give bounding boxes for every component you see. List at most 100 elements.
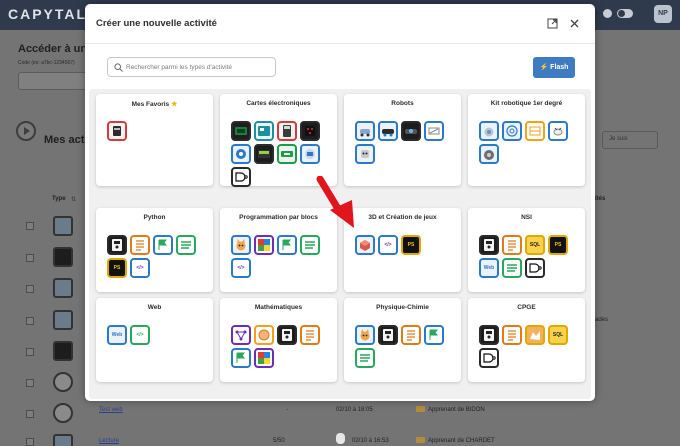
code-editor-icon[interactable]: </> (130, 325, 150, 345)
lcd-board-icon[interactable] (254, 144, 274, 164)
console-flag-icon[interactable] (424, 325, 444, 345)
geogebra-icon[interactable] (254, 325, 274, 345)
logic-gate-icon[interactable] (525, 258, 545, 278)
sql-db-icon[interactable]: SQL (548, 325, 568, 345)
notebook-icon[interactable] (277, 325, 297, 345)
graph-network-icon[interactable] (231, 325, 251, 345)
expand-icon[interactable] (547, 18, 558, 29)
dark-mode-icon[interactable] (603, 9, 612, 18)
category-title-text: Robots (391, 100, 414, 107)
sort-icon[interactable]: ⇅ (71, 196, 76, 203)
spiral-bot-icon[interactable] (502, 121, 522, 141)
code-list-icon[interactable] (130, 235, 150, 255)
web-globe-icon[interactable]: Web (107, 325, 127, 345)
console-flag-icon[interactable] (277, 235, 297, 255)
row-checkbox[interactable] (26, 348, 34, 356)
tile-graphic (306, 330, 314, 341)
play-icon[interactable] (16, 121, 36, 141)
close-icon[interactable] (569, 18, 580, 29)
my-activities-title: Mes acti (44, 134, 88, 146)
microbit-icon[interactable] (231, 121, 251, 141)
microbit-matrix-icon[interactable] (300, 121, 320, 141)
activity-link[interactable]: Test web (99, 407, 123, 413)
notebook-icon[interactable] (378, 325, 398, 345)
tile-pad-icon[interactable] (525, 121, 545, 141)
tile-graphic (236, 149, 246, 159)
row-checkbox[interactable] (26, 379, 34, 387)
arduino-board-icon[interactable] (107, 121, 127, 141)
python-editor-icon[interactable]: </> (378, 235, 398, 255)
console-lines-icon[interactable] (300, 235, 320, 255)
row-checkbox[interactable] (26, 317, 34, 325)
access-code-input[interactable] (18, 72, 88, 90)
box-3d-icon[interactable] (355, 235, 375, 255)
logic-gate-icon[interactable] (231, 167, 251, 187)
code-list-icon[interactable] (502, 235, 522, 255)
category-grid: Mes Favoris ★ Cartes électroniques Robots K… (89, 89, 591, 399)
ocaml-icon[interactable] (525, 325, 545, 345)
web-globe-icon[interactable]: Web (479, 258, 499, 278)
tile-label: PS (407, 242, 415, 248)
notebook-icon[interactable] (479, 235, 499, 255)
console-flag-icon[interactable] (231, 348, 251, 368)
tile-graphic (484, 150, 494, 160)
row-checkbox[interactable] (26, 285, 34, 293)
activity-link[interactable]: Lecture (99, 438, 119, 444)
activity-date: 02/10 à 18:05 (336, 407, 373, 413)
raspberry-board-icon[interactable] (300, 144, 320, 164)
row-checkbox[interactable] (26, 410, 34, 418)
pico-board-icon[interactable] (277, 144, 297, 164)
robot-bee-icon[interactable] (548, 121, 568, 141)
scratch-cat-icon[interactable] (355, 325, 375, 345)
code-list-icon[interactable] (502, 325, 522, 345)
console-flag-icon[interactable] (153, 235, 173, 255)
robot-vacuum-icon[interactable] (479, 144, 499, 164)
pixel-game-icon[interactable]: PS (548, 235, 568, 255)
console-lines-icon[interactable] (176, 235, 196, 255)
category-title: Mes Favoris ★ (96, 100, 213, 108)
flash-button[interactable]: ⚡ Flash (533, 57, 575, 78)
type-column-header[interactable]: Type (52, 196, 66, 202)
column-extra-text: ades (595, 317, 609, 323)
python-editor-icon[interactable]: </> (231, 258, 251, 278)
robot-ball-icon[interactable] (479, 121, 499, 141)
block-grid-icon[interactable] (254, 348, 274, 368)
tile-graphic (428, 127, 440, 135)
search-input[interactable] (126, 60, 274, 74)
theme-toggle[interactable] (617, 9, 633, 18)
code-list-icon[interactable] (300, 325, 320, 345)
pixel-game-icon[interactable]: PS (401, 235, 421, 255)
search-box[interactable] (107, 57, 276, 77)
user-avatar[interactable]: NP (654, 5, 672, 23)
pixel-game-icon[interactable]: PS (107, 258, 127, 278)
block-grid-icon[interactable] (254, 235, 274, 255)
category-card: Web Web </> (96, 298, 213, 382)
row-checkbox[interactable] (26, 222, 34, 230)
calculator-icon[interactable] (277, 121, 297, 141)
row-checkbox[interactable] (26, 254, 34, 262)
category-title-text: CPGE (517, 304, 536, 311)
role-select[interactable]: Je suis (602, 131, 658, 149)
robot-car-icon[interactable] (378, 121, 398, 141)
tile-graphic (484, 239, 494, 251)
console-lines-icon[interactable] (502, 258, 522, 278)
scratch-cat-icon[interactable] (231, 235, 251, 255)
robot-head-icon[interactable] (355, 144, 375, 164)
row-checkbox[interactable] (26, 438, 34, 446)
robot-tank-icon[interactable] (401, 121, 421, 141)
tile-graphic (361, 150, 369, 158)
notebook-icon[interactable] (479, 325, 499, 345)
arduino-uno-icon[interactable] (254, 121, 274, 141)
code-list-icon[interactable] (401, 325, 421, 345)
esp32-icon[interactable] (231, 144, 251, 164)
robot-rover-icon[interactable] (355, 121, 375, 141)
robot-sketch-icon[interactable] (424, 121, 444, 141)
python-editor-icon[interactable]: </> (130, 258, 150, 278)
logic-gate-icon[interactable] (479, 348, 499, 368)
console-lines-icon[interactable] (355, 348, 375, 368)
category-title-text: NSI (521, 214, 532, 221)
category-card: Robots (344, 94, 461, 186)
modal-title: Créer une nouvelle activité (96, 18, 217, 29)
notebook-icon[interactable] (107, 235, 127, 255)
sql-db-icon[interactable]: SQL (525, 235, 545, 255)
